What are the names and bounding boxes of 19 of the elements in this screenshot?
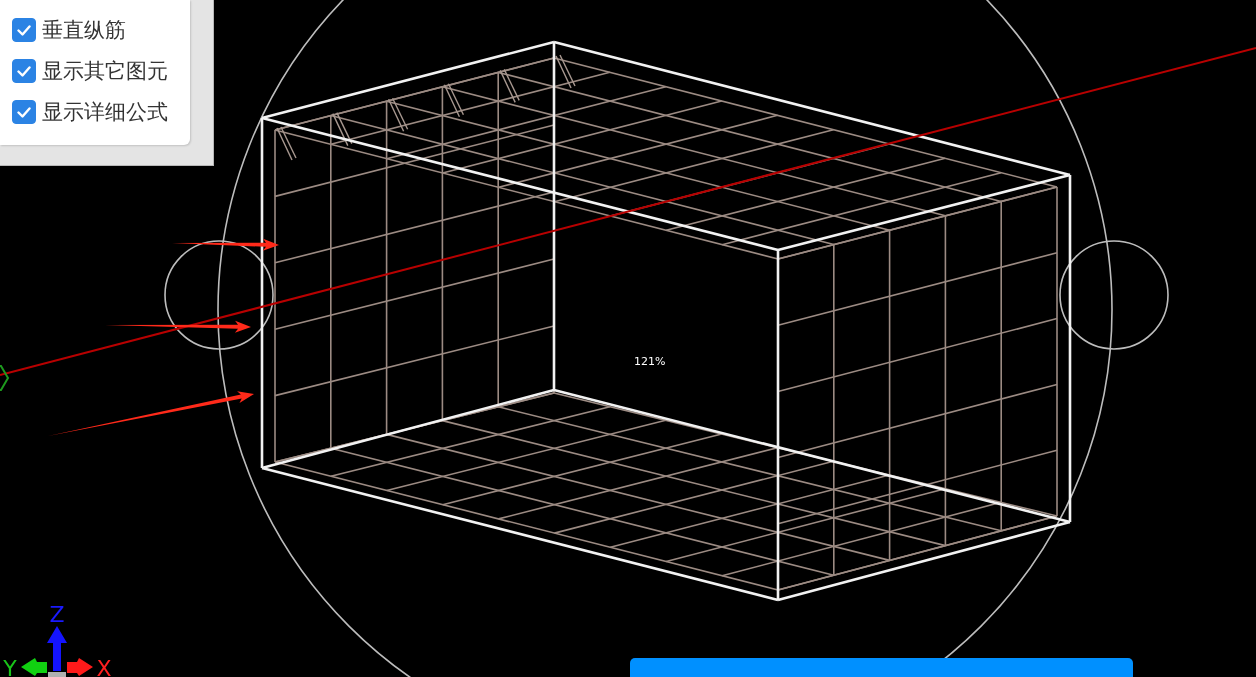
axis-label: Z: [49, 602, 65, 627]
axis-origin-cube: [48, 672, 66, 677]
x-axis-arrow: [67, 658, 93, 676]
cad-viewport[interactable]: Z Y X 121% 垂直纵筋 显示其它图元 显示详细公式: [0, 0, 1256, 677]
zoom-level: 121%: [634, 355, 666, 369]
checkbox-label[interactable]: 垂直纵筋: [42, 18, 126, 42]
hexagon-marker: [0, 365, 10, 391]
z-axis-arrow: [47, 626, 67, 671]
axis-label: Y: [3, 656, 17, 677]
checkmark-icon: [17, 24, 31, 36]
axis-label: X: [96, 656, 112, 677]
checkmark-icon: [17, 65, 31, 77]
checkbox[interactable]: [12, 100, 36, 124]
checkbox[interactable]: [12, 59, 36, 83]
y-axis-arrow: [21, 658, 47, 676]
checkmark-icon: [17, 106, 31, 118]
checkbox-label[interactable]: 显示其它图元: [42, 59, 168, 83]
checkbox-label[interactable]: 显示详细公式: [42, 100, 168, 124]
checkbox[interactable]: [12, 18, 36, 42]
